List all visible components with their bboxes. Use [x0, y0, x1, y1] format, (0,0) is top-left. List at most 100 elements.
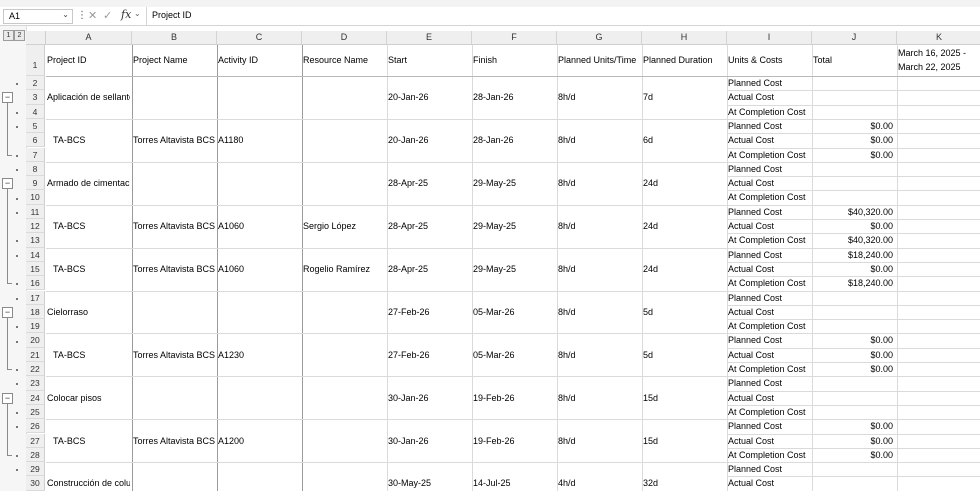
- cell-i-row-6[interactable]: Actual Cost: [727, 133, 810, 147]
- column-header-k[interactable]: K: [897, 31, 980, 45]
- cell-h-row-9[interactable]: 24d: [642, 176, 725, 190]
- cell-i-row-11[interactable]: Planned Cost: [727, 205, 810, 219]
- cell-b-row-15[interactable]: Torres Altavista BCS: [132, 262, 215, 276]
- cell-j-row-28[interactable]: $0.00: [812, 448, 893, 462]
- row-header-10[interactable]: 10: [26, 190, 45, 205]
- cell-a-row-18[interactable]: Cielorraso: [46, 305, 130, 319]
- row-header-8[interactable]: 8: [26, 161, 45, 177]
- chevron-down-icon[interactable]: ⌄: [62, 10, 69, 19]
- cell-g-row-21[interactable]: 8h/d: [557, 348, 640, 362]
- cell-a-row-6[interactable]: TA-BCS: [46, 133, 136, 147]
- cell-j-row-21[interactable]: $0.00: [812, 348, 893, 362]
- header-cell-k-line2[interactable]: March 22, 2025: [897, 60, 980, 74]
- cell-c-row-21[interactable]: A1230: [217, 348, 300, 362]
- cell-j-row-16[interactable]: $18,240.00: [812, 276, 893, 290]
- cell-f-row-15[interactable]: 29-May-25: [472, 262, 555, 276]
- cell-f-row-27[interactable]: 19-Feb-26: [472, 434, 555, 448]
- row-header-9[interactable]: 9: [26, 176, 45, 191]
- header-cell-a[interactable]: Project ID: [46, 45, 130, 76]
- collapse-group-button[interactable]: −: [2, 92, 13, 104]
- cell-h-row-27[interactable]: 15d: [642, 434, 725, 448]
- column-header-c[interactable]: C: [217, 31, 302, 45]
- cell-f-row-30[interactable]: 14-Jul-25: [472, 476, 555, 490]
- cell-c-row-15[interactable]: A1060: [217, 262, 300, 276]
- cell-c-row-27[interactable]: A1200: [217, 434, 300, 448]
- cell-i-row-4[interactable]: At Completion Cost: [727, 105, 810, 119]
- cell-b-row-6[interactable]: Torres Altavista BCS: [132, 133, 215, 147]
- cell-a-row-3[interactable]: Aplicación de sellante: [46, 90, 130, 104]
- row-header-17[interactable]: 17: [26, 290, 45, 305]
- cell-b-row-12[interactable]: Torres Altavista BCS: [132, 219, 215, 233]
- header-cell-f[interactable]: Finish: [472, 45, 555, 76]
- cell-a-row-24[interactable]: Colocar pisos: [46, 391, 130, 405]
- cell-i-row-5[interactable]: Planned Cost: [727, 119, 810, 133]
- cell-b-row-27[interactable]: Torres Altavista BCS: [132, 434, 215, 448]
- row-header-20[interactable]: 20: [26, 333, 45, 348]
- column-header-a[interactable]: A: [46, 31, 132, 45]
- row-header-5[interactable]: 5: [26, 118, 45, 134]
- column-header-d[interactable]: D: [302, 31, 387, 45]
- cell-a-row-9[interactable]: Armado de cimentación: [46, 176, 130, 190]
- row-header-29[interactable]: 29: [26, 462, 45, 477]
- cell-f-row-12[interactable]: 29-May-25: [472, 219, 555, 233]
- cell-h-row-21[interactable]: 5d: [642, 348, 725, 362]
- row-header-19[interactable]: 19: [26, 319, 45, 334]
- more-options-icon[interactable]: ⋮: [77, 10, 87, 21]
- cell-e-row-18[interactable]: 27-Feb-26: [387, 305, 470, 319]
- cell-f-row-6[interactable]: 28-Jan-26: [472, 133, 555, 147]
- cell-i-row-23[interactable]: Planned Cost: [727, 376, 810, 390]
- header-cell-k-line1[interactable]: March 16, 2025 -: [897, 46, 980, 60]
- cell-j-row-11[interactable]: $40,320.00: [812, 205, 893, 219]
- column-header-e[interactable]: E: [387, 31, 472, 45]
- cell-g-row-27[interactable]: 8h/d: [557, 434, 640, 448]
- cell-i-row-2[interactable]: Planned Cost: [727, 76, 810, 90]
- column-header-g[interactable]: G: [557, 31, 642, 45]
- cell-f-row-3[interactable]: 28-Jan-26: [472, 90, 555, 104]
- cell-e-row-12[interactable]: 28-Apr-25: [387, 219, 470, 233]
- cell-e-row-9[interactable]: 28-Apr-25: [387, 176, 470, 190]
- row-header-3[interactable]: 3: [26, 90, 45, 105]
- column-header-f[interactable]: F: [472, 31, 557, 45]
- cell-g-row-18[interactable]: 8h/d: [557, 305, 640, 319]
- row-header-4[interactable]: 4: [26, 104, 45, 119]
- cell-i-row-13[interactable]: At Completion Cost: [727, 233, 810, 247]
- function-dropdown-icon[interactable]: ⌄: [134, 9, 141, 18]
- row-header-1[interactable]: 1: [26, 45, 45, 76]
- collapse-group-button[interactable]: −: [2, 392, 13, 404]
- cell-j-row-12[interactable]: $0.00: [812, 219, 893, 233]
- cell-i-row-20[interactable]: Planned Cost: [727, 333, 810, 347]
- cell-c-row-12[interactable]: A1060: [217, 219, 300, 233]
- collapse-group-button[interactable]: −: [2, 178, 13, 190]
- cell-i-row-22[interactable]: At Completion Cost: [727, 362, 810, 376]
- insert-function-icon[interactable]: fx: [121, 8, 131, 21]
- cell-i-row-15[interactable]: Actual Cost: [727, 262, 810, 276]
- row-header-26[interactable]: 26: [26, 419, 45, 434]
- row-header-2[interactable]: 2: [26, 76, 45, 91]
- cell-i-row-26[interactable]: Planned Cost: [727, 419, 810, 433]
- cell-i-row-17[interactable]: Planned Cost: [727, 291, 810, 305]
- cell-e-row-27[interactable]: 30-Jan-26: [387, 434, 470, 448]
- header-cell-b[interactable]: Project Name: [132, 45, 215, 76]
- column-header-b[interactable]: B: [132, 31, 217, 45]
- cell-h-row-6[interactable]: 6d: [642, 133, 725, 147]
- row-header-25[interactable]: 25: [26, 404, 45, 420]
- cell-i-row-14[interactable]: Planned Cost: [727, 248, 810, 262]
- cell-c-row-6[interactable]: A1180: [217, 133, 300, 147]
- cell-e-row-3[interactable]: 20-Jan-26: [387, 90, 470, 104]
- row-header-11[interactable]: 11: [26, 204, 45, 219]
- cancel-icon[interactable]: ✕: [88, 9, 97, 22]
- cell-i-row-10[interactable]: At Completion Cost: [727, 190, 810, 204]
- cell-i-row-28[interactable]: At Completion Cost: [727, 448, 810, 462]
- row-header-13[interactable]: 13: [26, 233, 45, 248]
- cell-h-row-12[interactable]: 24d: [642, 219, 725, 233]
- collapse-group-button[interactable]: −: [2, 306, 13, 318]
- cell-e-row-24[interactable]: 30-Jan-26: [387, 391, 470, 405]
- row-header-6[interactable]: 6: [26, 133, 45, 148]
- cell-i-row-25[interactable]: At Completion Cost: [727, 405, 810, 419]
- cell-i-row-8[interactable]: Planned Cost: [727, 162, 810, 176]
- cell-j-row-6[interactable]: $0.00: [812, 133, 893, 147]
- header-cell-i[interactable]: Units & Costs: [727, 45, 810, 76]
- cell-j-row-27[interactable]: $0.00: [812, 434, 893, 448]
- formula-input[interactable]: Project ID: [146, 7, 980, 25]
- header-cell-d[interactable]: Resource Name: [302, 45, 385, 76]
